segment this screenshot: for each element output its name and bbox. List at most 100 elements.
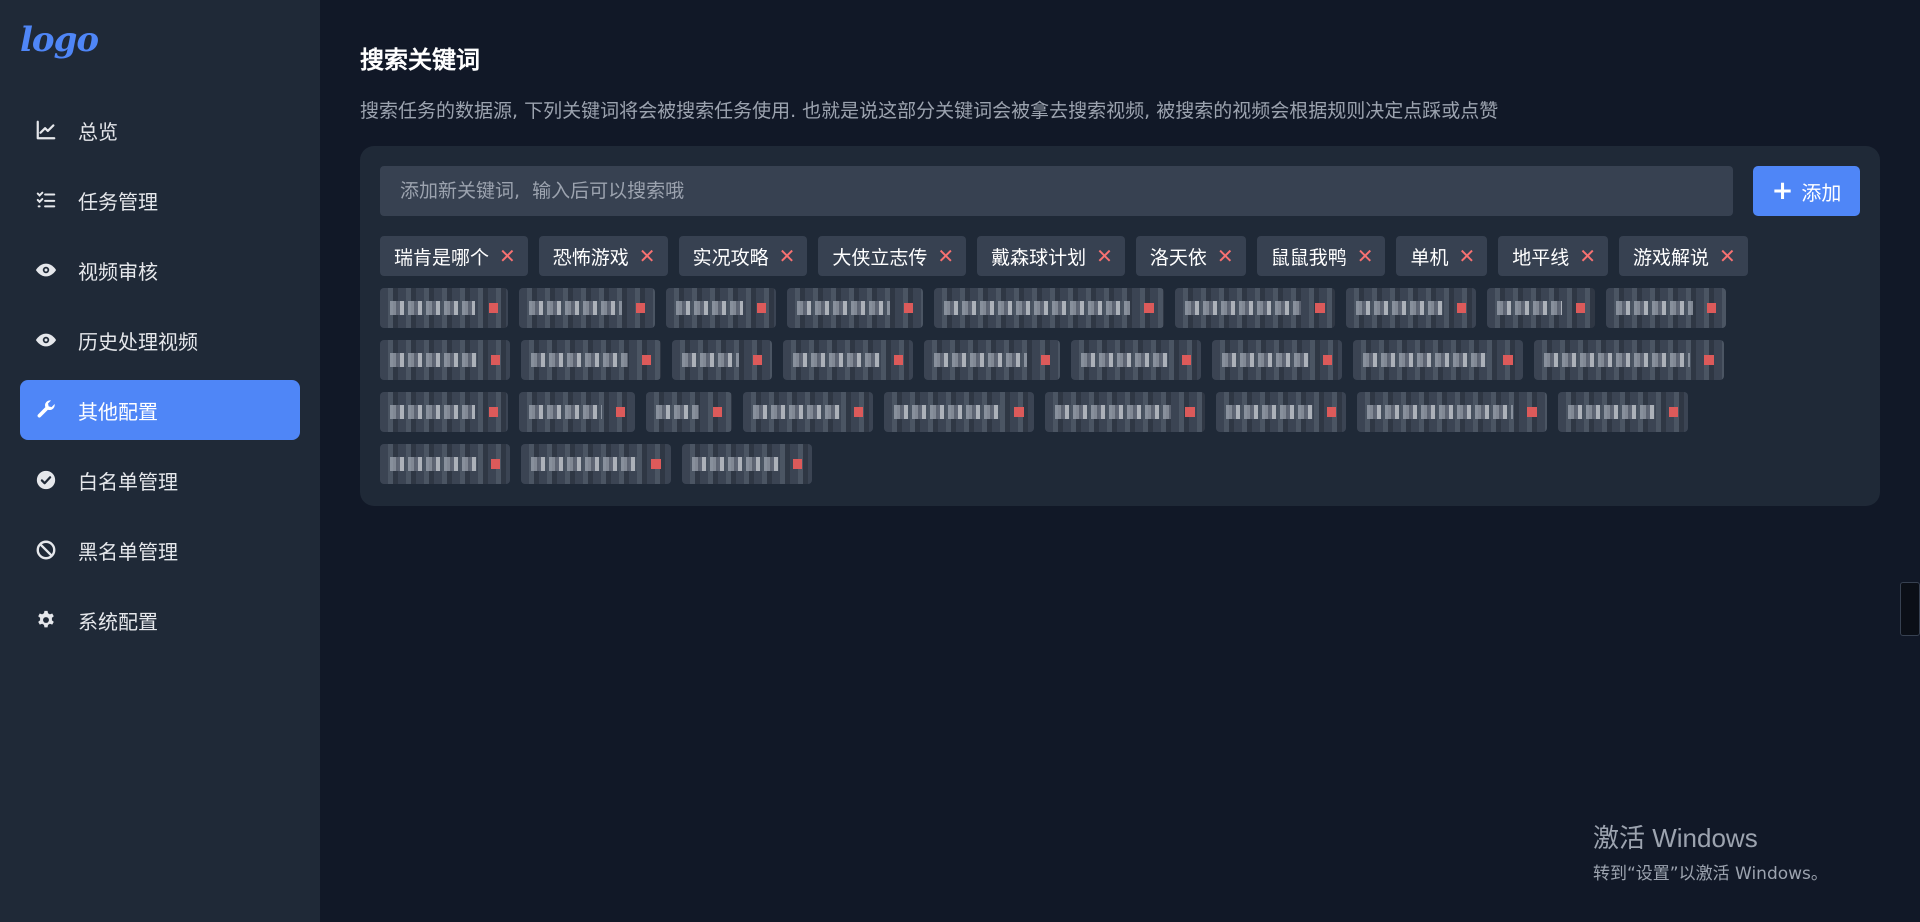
keyword-input[interactable] — [380, 166, 1733, 216]
check-circle-icon — [34, 468, 58, 492]
obscured-keyword-tag — [743, 392, 873, 432]
obscured-keyword-tag — [521, 444, 671, 484]
obscured-keyword-tag — [521, 340, 661, 380]
keyword-tag: 鼠鼠我鸭 ✕ — [1256, 236, 1386, 276]
tag-row-obscured — [380, 444, 1880, 484]
side-scroll-handle[interactable] — [1900, 582, 1920, 636]
sidebar-item-history[interactable]: 历史处理视频 — [20, 310, 300, 370]
obscured-keyword-tag — [1558, 392, 1688, 432]
keyword-tag: 瑞肯是哪个 ✕ — [380, 236, 528, 276]
page-title: 搜索关键词 — [360, 46, 480, 74]
obscured-keyword-tag — [672, 340, 772, 380]
obscured-keyword-tag — [380, 340, 510, 380]
remove-tag-icon[interactable]: ✕ — [1096, 244, 1113, 268]
logo[interactable]: logo — [20, 20, 99, 60]
tag-label: 单机 — [1410, 246, 1449, 269]
keyword-tag: 游戏解说 ✕ — [1619, 236, 1748, 276]
sidebar-item-label: 白名单管理 — [78, 469, 178, 494]
remove-tag-icon[interactable]: ✕ — [1719, 244, 1736, 268]
add-button-label: 添加 — [1801, 180, 1842, 205]
tag-label: 洛天依 — [1149, 246, 1207, 269]
obscured-keyword-tag — [1606, 288, 1726, 328]
obscured-keyword-tag — [666, 288, 776, 328]
obscured-keyword-tag — [1212, 340, 1342, 380]
obscured-keyword-tag — [380, 444, 510, 484]
gear-icon — [34, 608, 58, 632]
sidebar-item-label: 历史处理视频 — [78, 329, 198, 354]
obscured-keyword-tag — [934, 288, 1164, 328]
sidebar-item-label: 系统配置 — [78, 609, 158, 634]
tag-label: 鼠鼠我鸭 — [1270, 246, 1347, 269]
remove-tag-icon[interactable]: ✕ — [937, 244, 954, 268]
keyword-tag: 地平线 ✕ — [1498, 236, 1609, 276]
keyword-tag: 洛天依 ✕ — [1135, 236, 1246, 276]
app-root: logo 总览 任务管理 视频审核 历史处理视频 其他配置 白名单管理 黑名单管… — [0, 0, 1920, 922]
keyword-tag: 恐怖游戏 ✕ — [538, 236, 668, 276]
obscured-keyword-tag — [682, 444, 812, 484]
remove-tag-icon[interactable]: ✕ — [499, 244, 516, 268]
obscured-keyword-tag — [519, 288, 655, 328]
tag-label: 实况攻略 — [692, 246, 769, 269]
obscured-keyword-tag — [1534, 340, 1724, 380]
obscured-keyword-tag — [1487, 288, 1595, 328]
page-description: 搜索任务的数据源, 下列关键词将会被搜索任务使用. 也就是说这部分关键词会被拿去… — [360, 100, 1499, 122]
eye-icon — [34, 328, 58, 352]
main-content: 搜索关键词 搜索任务的数据源, 下列关键词将会被搜索任务使用. 也就是说这部分关… — [320, 0, 1920, 922]
keyword-tag: 单机 ✕ — [1396, 236, 1488, 276]
remove-tag-icon[interactable]: ✕ — [1579, 244, 1596, 268]
keyword-tag: 戴森球计划 ✕ — [977, 236, 1125, 276]
remove-tag-icon[interactable]: ✕ — [639, 244, 656, 268]
obscured-keyword-tag — [884, 392, 1034, 432]
tag-label: 游戏解说 — [1633, 246, 1710, 269]
watermark-subtitle: 转到“设置”以激活 Windows。 — [1593, 864, 1828, 884]
keywords-card: + 添加 瑞肯是哪个 ✕ 恐怖游戏 ✕ 实况攻略 ✕ 大侠立志传 ✕ 戴森球计划 ✕ 洛天… — [360, 146, 1880, 506]
obscured-keyword-tag — [380, 288, 508, 328]
chart-line-icon — [34, 118, 58, 142]
sidebar-item-blacklist[interactable]: 黑名单管理 — [20, 520, 300, 580]
ban-icon — [34, 538, 58, 562]
obscured-keyword-tag — [646, 392, 732, 432]
sidebar-item-label: 任务管理 — [78, 189, 158, 214]
obscured-keyword-tag — [924, 340, 1060, 380]
eye-icon — [34, 258, 58, 282]
sidebar-item-tasks[interactable]: 任务管理 — [20, 170, 300, 230]
tag-label: 戴森球计划 — [991, 246, 1087, 269]
sidebar-item-label: 视频审核 — [78, 259, 158, 284]
keyword-tag: 大侠立志传 ✕ — [818, 236, 967, 276]
sidebar-item-label: 其他配置 — [78, 399, 158, 424]
tag-label: 恐怖游戏 — [552, 246, 629, 269]
obscured-keyword-tag — [519, 392, 635, 432]
obscured-keyword-tag — [1357, 392, 1547, 432]
tag-row: 瑞肯是哪个 ✕ 恐怖游戏 ✕ 实况攻略 ✕ 大侠立志传 ✕ 戴森球计划 ✕ 洛天依 ✕ 鼠鼠… — [380, 236, 1880, 276]
sidebar-item-overview[interactable]: 总览 — [20, 100, 300, 160]
sidebar-item-video-review[interactable]: 视频审核 — [20, 240, 300, 300]
plus-icon: + — [1771, 176, 1794, 206]
sidebar-nav: 总览 任务管理 视频审核 历史处理视频 其他配置 白名单管理 黑名单管理 系统配… — [20, 100, 300, 660]
sidebar-item-other-config[interactable]: 其他配置 — [20, 380, 300, 440]
keyword-tag: 实况攻略 ✕ — [678, 236, 808, 276]
wrench-icon — [34, 398, 58, 422]
watermark-title: 激活 Windows — [1593, 823, 1758, 853]
sidebar-item-whitelist[interactable]: 白名单管理 — [20, 450, 300, 510]
tag-row-obscured — [380, 392, 1880, 432]
obscured-keyword-tag — [380, 392, 508, 432]
obscured-keyword-tag — [1346, 288, 1476, 328]
sidebar-item-label: 黑名单管理 — [78, 539, 178, 564]
remove-tag-icon[interactable]: ✕ — [1217, 244, 1234, 268]
remove-tag-icon[interactable]: ✕ — [1458, 244, 1475, 268]
tag-label: 大侠立志传 — [832, 246, 928, 269]
sidebar: logo 总览 任务管理 视频审核 历史处理视频 其他配置 白名单管理 黑名单管… — [0, 0, 320, 922]
obscured-keyword-tag — [1216, 392, 1346, 432]
sidebar-item-system-config[interactable]: 系统配置 — [20, 590, 300, 650]
keyword-tag-list: 瑞肯是哪个 ✕ 恐怖游戏 ✕ 实况攻略 ✕ 大侠立志传 ✕ 戴森球计划 ✕ 洛天依 ✕ 鼠鼠… — [380, 236, 1880, 496]
add-keyword-button[interactable]: + 添加 — [1753, 166, 1860, 216]
remove-tag-icon[interactable]: ✕ — [779, 244, 796, 268]
tag-row-obscured — [380, 340, 1880, 380]
tag-label: 地平线 — [1512, 246, 1570, 269]
obscured-keyword-tag — [783, 340, 913, 380]
obscured-keyword-tag — [1353, 340, 1523, 380]
obscured-keyword-tag — [1175, 288, 1335, 328]
tag-row-obscured — [380, 288, 1880, 328]
remove-tag-icon[interactable]: ✕ — [1357, 244, 1374, 268]
tag-label: 瑞肯是哪个 — [394, 246, 490, 269]
